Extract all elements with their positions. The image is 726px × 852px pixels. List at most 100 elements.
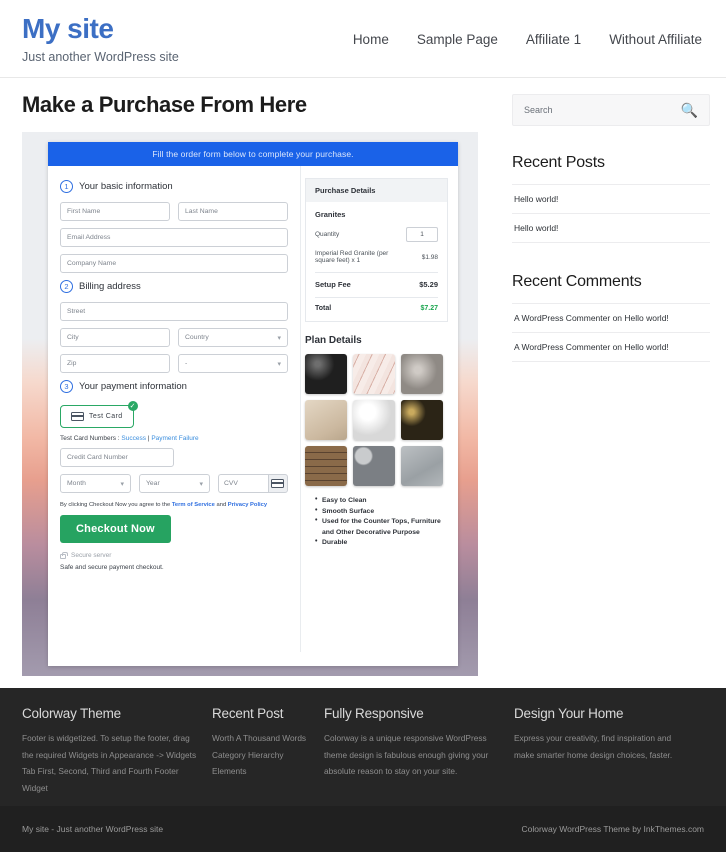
terms-of-service-link[interactable]: Term of Service <box>172 502 215 508</box>
footer-theme-credit[interactable]: Colorway WordPress Theme by InkThemes.co… <box>522 824 705 834</box>
test-card-option[interactable]: ✓ Test Card <box>60 405 134 428</box>
email-input[interactable]: Email Address <box>60 228 288 247</box>
footer-column-fully-responsive: Fully Responsive Colorway is a unique re… <box>324 706 514 806</box>
nav-item-affiliate-1[interactable]: Affiliate 1 <box>526 32 581 47</box>
first-name-input[interactable]: First Name <box>60 202 170 221</box>
texture-thumb-grey-stone[interactable] <box>401 354 443 394</box>
city-input[interactable]: City <box>60 328 170 347</box>
texture-thumb-black-granite[interactable] <box>305 354 347 394</box>
lock-icon <box>60 554 66 559</box>
country-select[interactable]: Country ▾ <box>178 328 288 347</box>
test-success-link[interactable]: Success <box>121 435 146 442</box>
page-title: Make a Purchase From Here <box>22 92 500 118</box>
search-icon[interactable]: 🔍 <box>681 102 698 119</box>
state-select[interactable]: - ▾ <box>178 354 288 373</box>
checkout-body: 1 Your basic information First Name Last… <box>48 166 458 652</box>
recent-comment-item[interactable]: A WordPress Commenter on Hello world! <box>512 303 710 332</box>
zip-input[interactable]: Zip <box>60 354 170 373</box>
footer-recent-post-item[interactable]: Elements <box>212 763 310 780</box>
credit-card-icon <box>271 479 284 488</box>
footer-column-title: Fully Responsive <box>324 706 500 721</box>
test-failure-link[interactable]: Payment Failure <box>151 435 198 442</box>
texture-thumb-white-marble[interactable] <box>353 400 395 440</box>
chevron-down-icon: ▾ <box>199 480 203 488</box>
recent-comment-item[interactable]: A WordPress Commenter on Hello world! <box>512 332 710 362</box>
email-field-row: Email Address <box>60 228 288 247</box>
recent-post-item[interactable]: Hello world! <box>512 213 710 243</box>
texture-thumb-beige-sandstone[interactable] <box>305 400 347 440</box>
footer-column-title: Colorway Theme <box>22 706 198 721</box>
product-name: Granites <box>315 210 438 219</box>
country-select-value: Country <box>185 334 209 341</box>
recent-post-item[interactable]: Hello world! <box>512 184 710 213</box>
credit-card-icon <box>71 412 84 421</box>
expiry-year-value: Year <box>146 480 160 487</box>
card-number-row: Credit Card Number <box>60 448 288 467</box>
recent-comments-list: A WordPress Commenter on Hello world! A … <box>512 303 710 362</box>
last-name-input[interactable]: Last Name <box>178 202 288 221</box>
quantity-input[interactable]: 1 <box>406 227 438 242</box>
texture-thumb-pebble-stone[interactable] <box>353 446 395 486</box>
site-footer: Colorway Theme Footer is widgetized. To … <box>0 688 726 806</box>
nav-item-sample-page[interactable]: Sample Page <box>417 32 498 47</box>
test-numbers-prefix: Test Card Numbers : <box>60 435 121 442</box>
total-label: Total <box>315 305 331 312</box>
search-widget[interactable]: Search 🔍 <box>512 94 710 126</box>
expiry-month-value: Month <box>67 480 86 487</box>
expiry-year-select[interactable]: Year ▾ <box>139 474 210 493</box>
step-2-number: 2 <box>60 280 73 293</box>
site-title[interactable]: My site <box>22 14 179 45</box>
cvv-input[interactable]: CVV <box>218 474 268 493</box>
texture-thumb-plain-grey-slate[interactable] <box>401 446 443 486</box>
texture-thumb-wood-brick[interactable] <box>305 446 347 486</box>
checkout-now-button[interactable]: Checkout Now <box>60 515 171 543</box>
site-tagline: Just another WordPress site <box>22 50 179 64</box>
street-input[interactable]: Street <box>60 302 288 321</box>
chevron-down-icon: ▾ <box>277 360 281 368</box>
footer-recent-post-item[interactable]: Category Hierarchy <box>212 747 310 764</box>
site-branding[interactable]: My site Just another WordPress site <box>22 14 179 64</box>
plan-feature-item: Easy to Clean <box>315 496 448 507</box>
checkout-form: 1 Your basic information First Name Last… <box>48 166 300 652</box>
credit-card-number-input[interactable]: Credit Card Number <box>60 448 174 467</box>
footer-column-text: Footer is widgetized. To setup the foote… <box>22 730 198 796</box>
primary-navigation: Home Sample Page Affiliate 1 Without Aff… <box>179 14 704 47</box>
total-row: Total $7.27 <box>315 305 438 312</box>
privacy-policy-link[interactable]: Privacy Policy <box>228 502 267 508</box>
checkout-banner: Fill the order form below to complete yo… <box>48 142 458 166</box>
quantity-row: Quantity 1 <box>315 227 438 242</box>
terms-notice: By clicking Checkout Now you agree to th… <box>60 502 288 508</box>
company-input[interactable]: Company Name <box>60 254 288 273</box>
main-content: Make a Purchase From Here Fill the order… <box>0 78 500 676</box>
expiry-cvv-row: Month ▾ Year ▾ CVV <box>60 474 288 493</box>
plan-feature-list: Easy to Clean Smooth Surface Used for th… <box>315 496 448 549</box>
chevron-down-icon: ▾ <box>120 480 124 488</box>
texture-thumb-dark-gold-granite[interactable] <box>401 400 443 440</box>
footer-recent-post-item[interactable]: Worth A Thousand Words <box>212 730 310 747</box>
step-1-label: Your basic information <box>79 181 173 192</box>
nav-item-home[interactable]: Home <box>353 32 389 47</box>
test-card-numbers-line: Test Card Numbers : Success | Payment Fa… <box>60 435 288 442</box>
checkout-card: Fill the order form below to complete yo… <box>48 142 458 666</box>
test-card-label: Test Card <box>89 413 123 420</box>
expiry-month-select[interactable]: Month ▾ <box>60 474 131 493</box>
cvv-help-button[interactable] <box>268 474 288 493</box>
footer-column-recent-post: Recent Post Worth A Thousand Words Categ… <box>212 706 324 806</box>
nav-item-without-affiliate[interactable]: Without Affiliate <box>609 32 702 47</box>
site-header: My site Just another WordPress site Home… <box>0 0 726 78</box>
texture-thumb-rose-marble[interactable] <box>353 354 395 394</box>
footer-site-credit: My site - Just another WordPress site <box>22 824 163 834</box>
footer-column-colorway-theme: Colorway Theme Footer is widgetized. To … <box>22 706 212 806</box>
search-input[interactable]: Search <box>524 105 553 115</box>
setup-fee-row: Setup Fee $5.29 <box>315 280 438 289</box>
plan-feature-item: Durable <box>315 538 448 549</box>
company-field-row: Company Name <box>60 254 288 273</box>
zip-state-row: Zip - ▾ <box>60 354 288 373</box>
plan-feature-item: Used for the Counter Tops, Furniture and… <box>315 517 448 538</box>
recent-posts-title: Recent Posts <box>512 154 710 174</box>
step-1-heading: 1 Your basic information <box>60 180 288 193</box>
setup-fee-label: Setup Fee <box>315 280 351 289</box>
step-3-heading: 3 Your payment information <box>60 380 288 393</box>
step-3-label: Your payment information <box>79 381 187 392</box>
secure-server-label: Secure server <box>71 552 111 559</box>
